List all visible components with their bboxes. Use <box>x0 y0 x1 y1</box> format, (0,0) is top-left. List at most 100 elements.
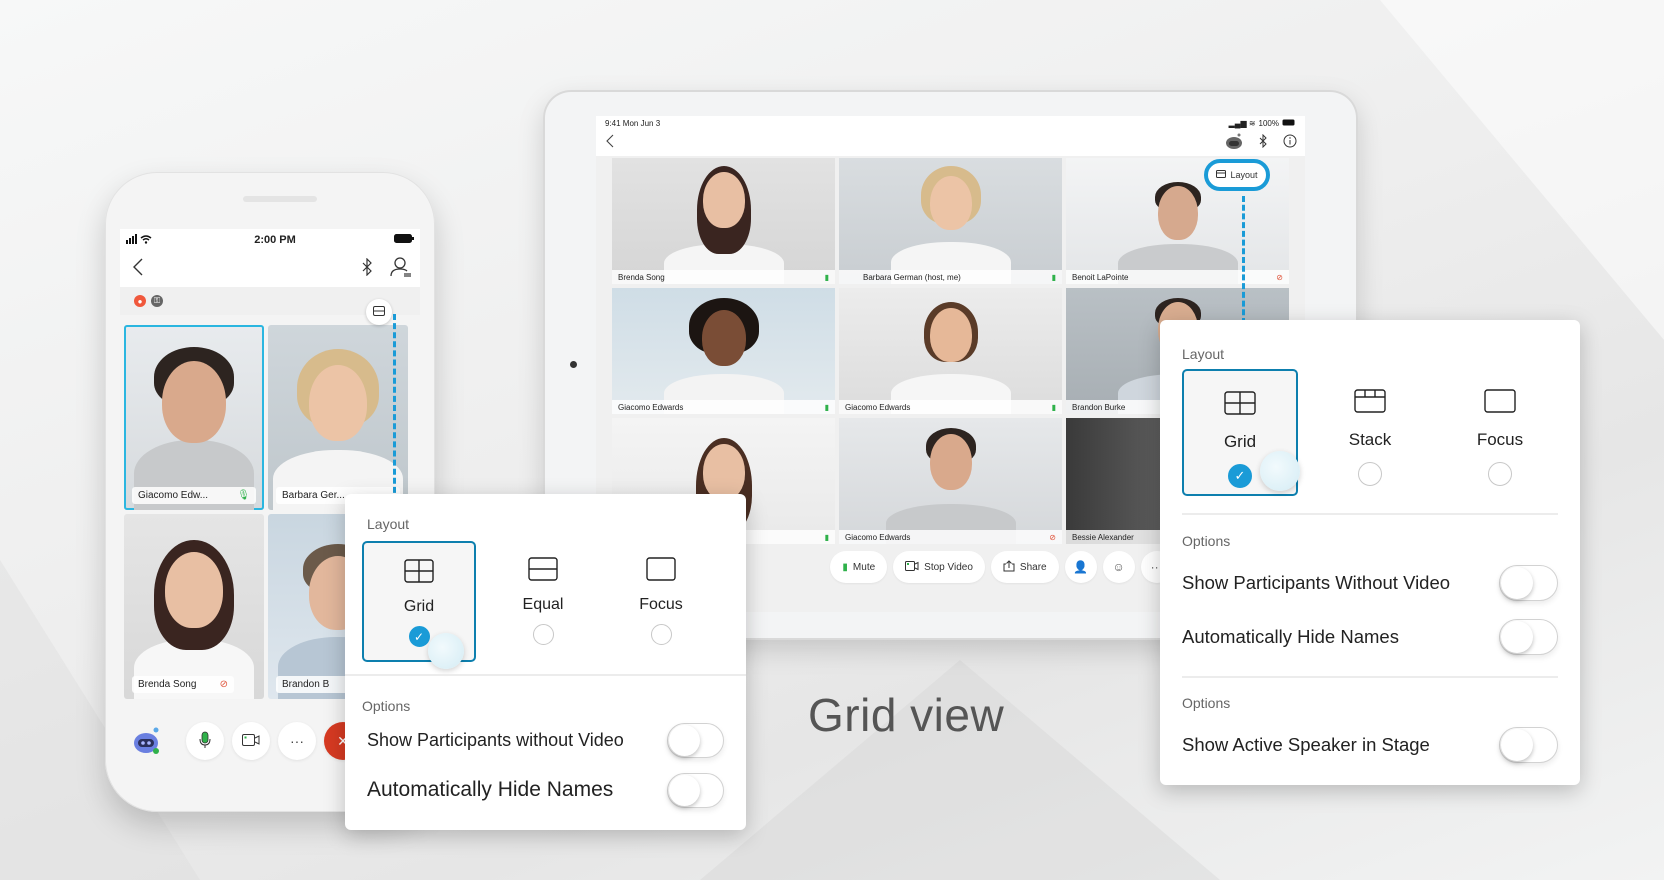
focus-layout-icon <box>646 557 676 586</box>
layout-radio[interactable] <box>532 624 554 645</box>
participant-name-tag: Barbara German (host, me) ▮ <box>839 270 1062 284</box>
video-tile[interactable]: Giacomo Edwards ⊘ <box>839 418 1062 544</box>
participant-name-tag: Benoit LaPointe ⊘ <box>1066 270 1289 284</box>
phone-layout-popover: Layout Grid ✓ Equal Focus Options Show P… <box>345 494 746 830</box>
toggle-row: Show Participants without Video <box>367 720 724 760</box>
layout-option-grid[interactable]: Grid ✓ <box>1182 369 1300 496</box>
toggle-row: Automatically Hide Names <box>367 770 724 810</box>
stop-video-button[interactable]: Stop Video <box>893 551 985 583</box>
more-icon: ··· <box>290 733 304 749</box>
bluetooth-icon[interactable] <box>1259 133 1267 153</box>
layout-radio-checked[interactable]: ✓ <box>408 626 430 647</box>
video-tile[interactable]: Giacomo Edw... 🎙 <box>124 325 264 510</box>
tablet-nav-bar <box>596 130 1305 156</box>
assistant-icon[interactable] <box>132 726 162 756</box>
layout-icon <box>373 303 385 321</box>
mute-button[interactable]: ▮ Mute <box>830 551 888 583</box>
chevron-left-icon[interactable] <box>132 258 144 281</box>
microphone-icon <box>199 731 211 752</box>
assistant-icon[interactable] <box>1225 133 1243 154</box>
options-section-label: Options <box>1182 533 1231 549</box>
microphone-on-icon: ▮ <box>824 402 829 412</box>
phone-status-bar: 2:00 PM <box>120 229 420 251</box>
video-tile[interactable]: Brenda Song ⊘ <box>124 514 264 699</box>
checkmark-icon: ✓ <box>1234 468 1246 483</box>
participant-video <box>612 288 835 414</box>
active-speaker-in-stage-toggle[interactable] <box>1499 727 1558 763</box>
layout-option-stack[interactable]: Stack <box>1312 369 1428 496</box>
participants-button[interactable]: 👤 <box>1064 551 1097 583</box>
microphone-icon: ▮ <box>842 561 848 573</box>
participant-video <box>268 325 408 510</box>
video-tile[interactable]: Brenda Song ▮ <box>612 158 835 284</box>
video-tile[interactable]: Barbara German (host, me) ▮ <box>839 158 1062 284</box>
info-icon[interactable] <box>1283 134 1297 153</box>
callout-connector <box>1242 196 1245 324</box>
layout-option-grid[interactable]: Grid ✓ <box>362 541 476 669</box>
video-tile[interactable]: Barbara Ger... <box>268 325 408 510</box>
video-camera-icon <box>242 733 260 749</box>
layout-radio-checked[interactable]: ✓ <box>1228 464 1252 488</box>
battery-icon <box>393 234 414 246</box>
participant-name-tag: Brenda Song ⊘ <box>132 676 234 693</box>
touch-indicator <box>1260 451 1300 491</box>
share-icon <box>1003 559 1015 575</box>
background-facet <box>1380 0 1664 340</box>
participant-name-tag: Brenda Song ▮ <box>612 270 835 284</box>
stack-layout-icon <box>1354 389 1386 418</box>
checkmark-icon: ✓ <box>413 629 425 644</box>
layout-option-equal[interactable]: Equal <box>486 541 600 662</box>
battery-icon <box>1282 119 1296 128</box>
layout-button[interactable] <box>366 299 392 325</box>
tablet-time: 9:41 Mon Jun 3 <box>605 118 661 128</box>
show-participants-without-video-toggle[interactable] <box>667 722 724 758</box>
layout-radio[interactable] <box>650 624 672 645</box>
microphone-muted-icon: ⊘ <box>1276 272 1283 282</box>
participant-video <box>839 158 1062 284</box>
more-button[interactable]: ··· <box>278 722 316 760</box>
toggle-row: Show Participants Without Video <box>1182 563 1558 603</box>
video-button[interactable] <box>232 722 270 760</box>
tablet-status-bar: 9:41 Mon Jun 3 ▂▄▆ ≋ 100% <box>596 116 1305 130</box>
participant-name-tag: Giacomo Edw... 🎙 <box>132 487 256 504</box>
toggle-row: Show Active Speaker in Stage <box>1182 725 1558 765</box>
equal-layout-icon <box>528 557 558 586</box>
mute-button[interactable] <box>186 722 224 760</box>
microphone-muted-icon: ⊘ <box>219 679 228 690</box>
reactions-button[interactable]: ☺ <box>1102 551 1135 583</box>
share-button[interactable]: Share <box>990 551 1059 583</box>
layout-option-focus[interactable]: Focus <box>604 541 718 662</box>
phone-time: 2:00 PM <box>254 234 296 246</box>
participants-icon: 👤 <box>1073 560 1089 574</box>
participant-video <box>612 158 835 284</box>
callout-connector <box>393 314 396 502</box>
layout-radio[interactable] <box>1488 462 1512 486</box>
layout-section-label: Layout <box>367 516 410 532</box>
toggle-row: Automatically Hide Names <box>1182 617 1558 657</box>
layout-radio[interactable] <box>1358 462 1382 486</box>
microphone-on-icon: ▮ <box>824 272 829 282</box>
recording-icon: ● <box>134 295 146 307</box>
bluetooth-icon[interactable] <box>362 257 372 281</box>
divider <box>1182 513 1558 515</box>
lock-icon: ⚿ <box>151 295 163 307</box>
tablet-camera <box>570 361 577 368</box>
divider <box>345 674 746 676</box>
microphone-on-icon: ▮ <box>1051 272 1056 282</box>
video-tile[interactable]: Giacomo Edwards ▮ <box>839 288 1062 414</box>
participant-name-tag: Giacomo Edwards ▮ <box>839 400 1062 414</box>
auto-hide-names-toggle[interactable] <box>1499 619 1558 655</box>
video-tile[interactable]: Giacomo Edwards ▮ <box>612 288 835 414</box>
signal-wifi-icon <box>126 233 156 247</box>
participants-icon[interactable] <box>390 256 412 282</box>
signal-wifi-icon: ▂▄▆ ≋ <box>1228 118 1256 128</box>
show-participants-without-video-toggle[interactable] <box>1499 565 1558 601</box>
chevron-left-icon[interactable] <box>606 134 614 153</box>
tablet-layout-popover: Layout Grid ✓ Stack Focus Options Show P… <box>1160 320 1580 785</box>
auto-hide-names-toggle[interactable] <box>667 772 724 808</box>
caption-title: Grid view <box>808 689 1005 741</box>
focus-layout-icon <box>1484 389 1516 418</box>
phone-speaker <box>243 196 317 202</box>
layout-button[interactable]: Layout <box>1204 159 1270 191</box>
layout-option-focus[interactable]: Focus <box>1442 369 1558 496</box>
